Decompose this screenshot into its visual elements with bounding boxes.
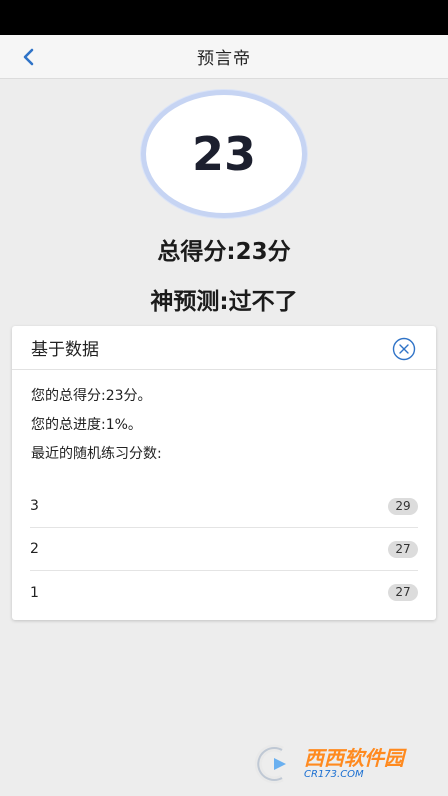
list-item-label: 1	[30, 584, 39, 601]
card-title: 基于数据	[31, 340, 99, 360]
watermark-site: CR173.COM	[304, 769, 364, 780]
recent-scores-heading: 最近的随机练习分数:	[31, 446, 162, 462]
chevron-left-icon	[23, 48, 34, 66]
list-item-label: 3	[30, 498, 39, 514]
list-item[interactable]: 1 27	[30, 571, 418, 614]
score-circle: 23	[141, 90, 307, 218]
watermark-brand: 西西软件园	[304, 746, 404, 770]
watermark-logo-icon	[254, 744, 286, 784]
back-button[interactable]	[14, 43, 42, 71]
list-item[interactable]: 2 27	[30, 528, 418, 571]
prediction-text: 神预测:过不了	[150, 289, 298, 315]
progress-info: 您的总进度:1%。	[31, 417, 142, 433]
page-title: 预言帝	[197, 49, 251, 69]
close-circle-icon	[392, 337, 416, 361]
score-badge: 27	[388, 584, 418, 601]
total-score-text: 总得分:23分	[157, 239, 291, 265]
list-item[interactable]: 3 29	[30, 485, 418, 528]
score-badge: 27	[388, 540, 418, 558]
list-item-label: 2	[30, 541, 39, 557]
score-value: 23	[191, 127, 256, 181]
status-bar	[0, 0, 448, 35]
card-header: 基于数据	[12, 326, 436, 370]
navigation-bar: 预言帝	[0, 35, 448, 79]
recent-scores-list: 3 29 2 27 1 27	[30, 485, 418, 614]
watermark: 西西软件园 CR173.COM	[252, 744, 432, 784]
card-body: 您的总得分:23分。 您的总进度:1%。 最近的随机练习分数:	[12, 370, 436, 471]
score-badge: 29	[388, 497, 418, 515]
total-score-info: 您的总得分:23分。	[31, 388, 152, 404]
data-card: 基于数据 您的总得分:23分。 您的总进度:1%。 最近的随机练习分数: 3 2…	[12, 326, 436, 620]
close-button[interactable]	[392, 337, 416, 361]
